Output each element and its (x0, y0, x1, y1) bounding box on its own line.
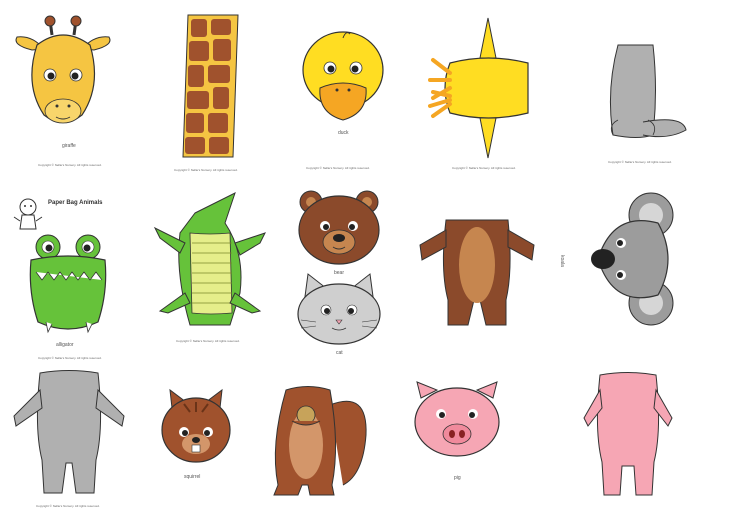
copyright-text: Copyright © Nellie's Nursery. All rights… (306, 166, 370, 170)
koala-head-image (591, 192, 674, 326)
alligator-body-image (153, 192, 266, 326)
koala-label: koala (559, 255, 565, 267)
duck-body-image (428, 17, 529, 159)
squirrel-label: squirrel (184, 474, 201, 480)
copyright-text: Copyright © Nellie's Nursery. All rights… (452, 166, 516, 170)
copyright-text: Copyright © Nellie's Nursery. All rights… (174, 168, 238, 172)
giraffe-head-image (15, 15, 111, 124)
giraffe-label: giraffe (62, 143, 76, 149)
copyright-text: Copyright © Nellie's Nursery. All rights… (36, 504, 100, 508)
pig-head-image (414, 381, 500, 457)
duck-label: duck (338, 130, 349, 136)
copyright-text: Copyright © Nellie's Nursery. All rights… (38, 356, 102, 360)
cat-head-image (297, 273, 381, 345)
giraffe-neck-image (182, 14, 239, 158)
sheet-title: Paper Bag Animals (48, 200, 103, 206)
bear-head-image (298, 190, 380, 265)
squirrel-head-image (161, 388, 231, 463)
nursery-logo (13, 198, 43, 230)
pig-body-image (583, 372, 673, 496)
pig-label: pig (454, 475, 461, 481)
alligator-head-image (29, 234, 107, 334)
squirrel-body-image (273, 386, 367, 496)
duck-head-image (302, 31, 384, 121)
copyright-text: Copyright © Nellie's Nursery. All rights… (38, 163, 102, 167)
copyright-text: Copyright © Nellie's Nursery. All rights… (176, 339, 240, 343)
alligator-label: alligator (56, 342, 74, 348)
bear-body-image (419, 219, 535, 326)
copyright-text: Copyright © Nellie's Nursery. All rights… (608, 160, 672, 164)
gray-standing-body-image (13, 370, 125, 494)
gray-sitting-animal-image (609, 44, 687, 138)
cat-label: cat (336, 350, 343, 356)
